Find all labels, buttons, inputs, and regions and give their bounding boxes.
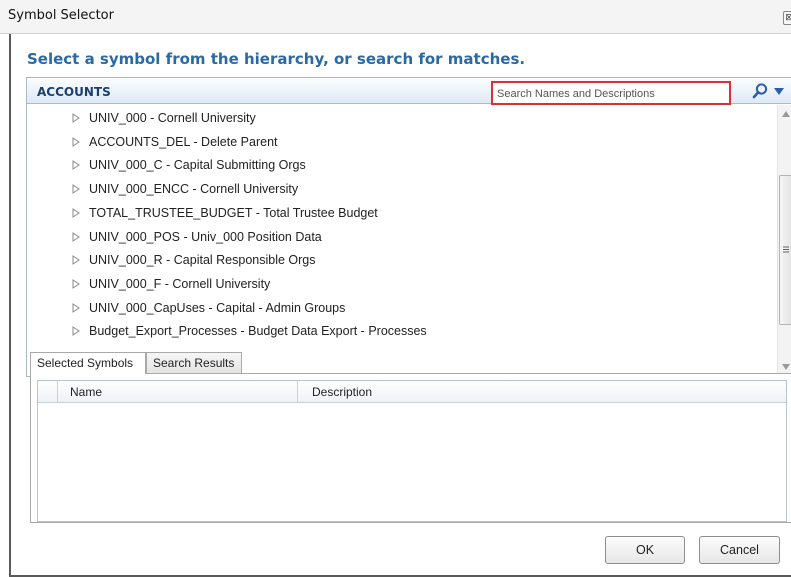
dropdown-arrow-icon[interactable] <box>774 88 784 96</box>
expand-arrow-icon[interactable] <box>71 160 81 171</box>
expand-arrow-icon[interactable] <box>71 231 81 242</box>
title-bar: Symbol Selector ⊠ <box>0 0 791 34</box>
column-header-description[interactable]: Description <box>298 381 786 403</box>
scroll-thumb[interactable] <box>779 175 791 325</box>
selected-symbols-panel: Name Description <box>30 373 791 523</box>
tree-item-label: Budget_Export_Processes - Budget Data Ex… <box>89 324 427 339</box>
dialog-heading: Select a symbol from the hierarchy, or s… <box>27 50 526 68</box>
close-icon[interactable]: ⊠ <box>783 11 791 25</box>
tree-item[interactable]: UNIV_000_ENCC - Cornell University <box>71 178 298 200</box>
grid-header: Name Description <box>38 381 786 403</box>
grip-icon <box>783 246 789 253</box>
hierarchy-panel: ACCOUNTS UNIV_000 - Cornell University AC… <box>26 77 791 377</box>
tree-item-label: UNIV_000_ENCC - Cornell University <box>89 182 299 197</box>
search-box[interactable] <box>491 81 731 105</box>
expand-arrow-icon[interactable] <box>71 326 81 337</box>
tree-item[interactable]: ACCOUNTS_DEL - Delete Parent <box>71 131 278 153</box>
window-title: Symbol Selector <box>8 8 114 23</box>
tree-item[interactable]: UNIV_000_C - Capital Submitting Orgs <box>71 154 306 176</box>
tree-item[interactable]: Budget_Export_Processes - Budget Data Ex… <box>71 320 427 342</box>
tab-selected-symbols[interactable]: Selected Symbols <box>30 352 146 374</box>
tab-search-results[interactable]: Search Results <box>146 352 242 373</box>
expand-arrow-icon[interactable] <box>71 184 81 195</box>
expand-arrow-icon[interactable] <box>71 136 81 147</box>
column-header-name[interactable]: Name <box>58 381 298 403</box>
dialog-body: Select a symbol from the hierarchy, or s… <box>9 34 791 577</box>
tree-item[interactable]: UNIV_000 - Cornell University <box>71 107 256 129</box>
expand-arrow-icon[interactable] <box>71 113 81 123</box>
expand-arrow-icon[interactable] <box>71 207 81 218</box>
vertical-scrollbar[interactable] <box>777 105 791 376</box>
tree-item-label: UNIV_000_F - Cornell University <box>89 276 271 291</box>
hierarchy-title: ACCOUNTS <box>37 85 111 99</box>
tree-item-label: UNIV_000_R - Capital Responsible Orgs <box>89 253 316 268</box>
search-icon[interactable] <box>751 82 769 100</box>
cancel-button[interactable]: Cancel <box>699 536 780 564</box>
tree-item[interactable]: UNIV_000_F - Cornell University <box>71 273 270 295</box>
tree-item-label: UNIV_000_CapUses - Capital - Admin Group… <box>89 300 346 315</box>
tree-item[interactable]: TOTAL_TRUSTEE_BUDGET - Total Trustee Bud… <box>71 202 378 224</box>
tree-item-label: UNIV_000_C - Capital Submitting Orgs <box>89 158 306 173</box>
scroll-up-icon[interactable] <box>782 111 790 117</box>
tree-item[interactable]: UNIV_000_POS - Univ_000 Position Data <box>71 226 322 248</box>
row-selector-column <box>38 381 58 403</box>
hierarchy-tree: UNIV_000 - Cornell University ACCOUNTS_DE… <box>27 105 777 376</box>
search-input[interactable] <box>497 86 725 102</box>
expand-arrow-icon[interactable] <box>71 302 81 313</box>
tree-item-label: ACCOUNTS_DEL - Delete Parent <box>89 134 278 149</box>
tree-item[interactable]: UNIV_000_CapUses - Capital - Admin Group… <box>71 297 345 319</box>
hierarchy-header: ACCOUNTS <box>27 78 791 105</box>
tree-item-label: UNIV_000 - Cornell University <box>89 111 256 125</box>
expand-arrow-icon[interactable] <box>71 278 81 289</box>
tree-item[interactable]: UNIV_000_R - Capital Responsible Orgs <box>71 249 316 271</box>
tree-item-label: TOTAL_TRUSTEE_BUDGET - Total Trustee Bud… <box>89 205 378 220</box>
expand-arrow-icon[interactable] <box>71 255 81 266</box>
selected-symbols-grid: Name Description <box>37 380 787 522</box>
ok-button[interactable]: OK <box>605 536 685 564</box>
tree-item-label: UNIV_000_POS - Univ_000 Position Data <box>89 229 322 244</box>
scroll-down-icon[interactable] <box>782 364 790 370</box>
